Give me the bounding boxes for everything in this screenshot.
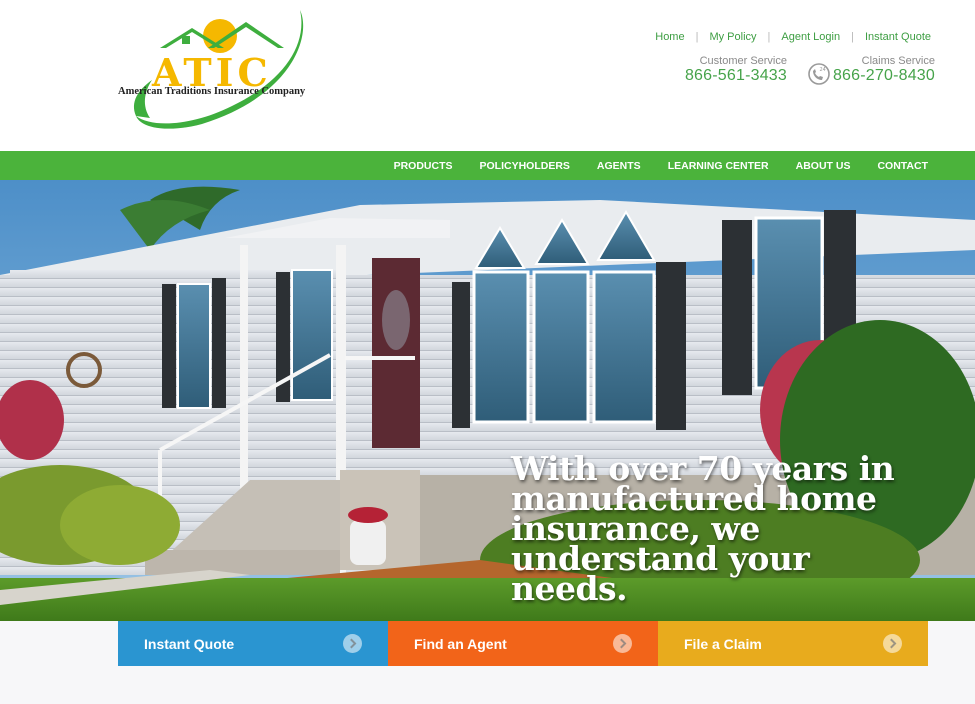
customer-service-label: Customer Service <box>699 55 787 67</box>
chevron-right-icon <box>343 634 362 653</box>
link-agent-login[interactable]: Agent Login <box>781 31 840 43</box>
claims-service-block: Claims Service 866-270-8430 <box>820 55 935 85</box>
hero-banner: With over 70 years in manufactured home … <box>0 180 975 621</box>
hero-headline-line: needs. <box>511 569 628 608</box>
main-nav: PRODUCTS POLICYHOLDERS AGENTS LEARNING C… <box>0 151 975 180</box>
claims-service-phone[interactable]: 866-270-8430 <box>820 67 935 85</box>
chevron-right-icon <box>883 634 902 653</box>
logo-company-name: American Traditions Insurance Company <box>118 86 306 97</box>
link-separator: | <box>767 31 771 43</box>
instant-quote-button[interactable]: Instant Quote <box>118 621 388 666</box>
nav-policyholders[interactable]: POLICYHOLDERS <box>479 160 569 172</box>
find-agent-label: Find an Agent <box>414 635 507 652</box>
link-my-policy[interactable]: My Policy <box>709 31 756 43</box>
link-instant-quote[interactable]: Instant Quote <box>865 31 931 43</box>
file-claim-button[interactable]: File a Claim <box>658 621 928 666</box>
customer-service-block: Customer Service 866-561-3433 <box>660 55 787 85</box>
claims-service-label: Claims Service <box>861 55 935 67</box>
instant-quote-label: Instant Quote <box>144 635 235 652</box>
link-separator: | <box>695 31 699 43</box>
nav-about-us[interactable]: ABOUT US <box>796 160 851 172</box>
link-separator: | <box>851 31 854 43</box>
nav-agents[interactable]: AGENTS <box>597 160 641 172</box>
nav-learning-center[interactable]: LEARNING CENTER <box>668 160 769 172</box>
nav-products[interactable]: PRODUCTS <box>394 160 453 172</box>
site-header: ATIC American Traditions Insurance Compa… <box>0 0 975 151</box>
chevron-right-icon <box>613 634 632 653</box>
find-agent-button[interactable]: Find an Agent <box>388 621 658 666</box>
atic-logo[interactable]: ATIC American Traditions Insurance Compa… <box>112 6 332 140</box>
link-home[interactable]: Home <box>655 31 684 43</box>
hero-headline: With over 70 years in manufactured home … <box>511 452 931 608</box>
utility-links: Home | My Policy | Agent Login | Instant… <box>655 31 931 43</box>
file-claim-label: File a Claim <box>684 635 762 652</box>
customer-service-phone[interactable]: 866-561-3433 <box>660 67 787 85</box>
nav-contact[interactable]: CONTACT <box>877 160 928 172</box>
